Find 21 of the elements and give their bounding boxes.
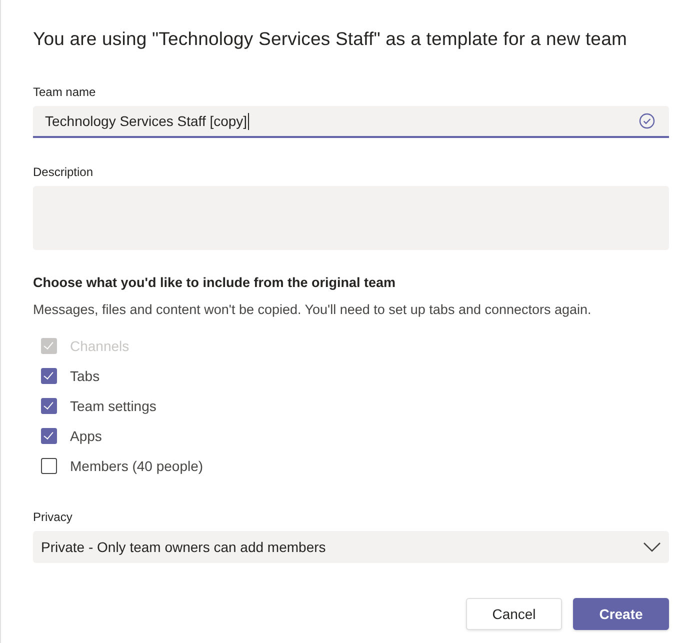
checkbox[interactable] [41, 428, 57, 444]
checkbox[interactable] [41, 398, 57, 414]
team-name-field[interactable]: Technology Services Staff [copy] [33, 106, 669, 138]
privacy-dropdown[interactable]: Private - Only team owners can add members [33, 531, 669, 563]
create-button[interactable]: Create [573, 598, 669, 630]
option-label: Members (40 people) [70, 458, 204, 474]
field-label: Team name [33, 84, 97, 100]
check-circle-icon [639, 113, 655, 129]
checkbox[interactable] [41, 368, 57, 384]
section-heading: Choose what you'd like to include from the original team [33, 274, 397, 292]
field-label: Privacy [33, 509, 74, 525]
checkbox[interactable] [41, 458, 57, 474]
option-label: Team settings [70, 398, 156, 414]
option-label: Tabs [70, 368, 100, 384]
chevron-down-icon [643, 542, 661, 552]
field-label: Description [33, 164, 94, 180]
option-label: Channels [70, 338, 130, 354]
option-label: Apps [70, 428, 102, 444]
dialog-title: You are using "Technology Services Staff" as a template for a new team [33, 27, 628, 51]
section-note: Messages, files and content won't be copied. You'll need to set up tabs and connectors again. [33, 301, 592, 319]
cancel-button[interactable]: Cancel [466, 598, 562, 630]
